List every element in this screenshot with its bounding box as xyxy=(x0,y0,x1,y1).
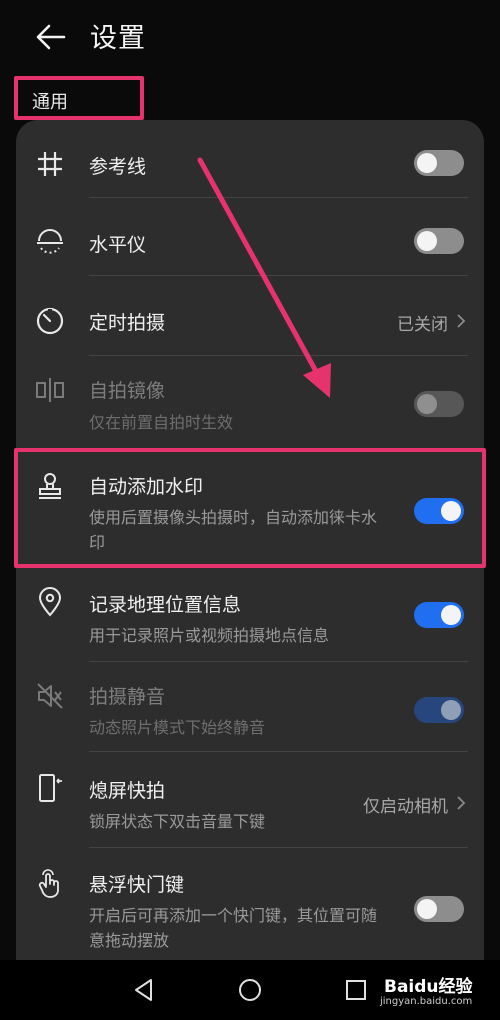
touch-hand-icon xyxy=(34,868,66,900)
floating-shutter-toggle[interactable] xyxy=(414,896,464,922)
nav-back-icon[interactable] xyxy=(130,976,158,1004)
mute-icon xyxy=(34,680,66,712)
watermark-url: jingyan.baidu.com xyxy=(380,996,473,1007)
divider xyxy=(89,751,468,752)
annotation-highlight-box xyxy=(14,448,486,568)
phone-quick-snap-icon xyxy=(34,772,66,804)
timer-icon xyxy=(34,304,66,336)
setting-subtitle: 仅在前置自拍时生效 xyxy=(89,413,234,432)
grid-toggle[interactable] xyxy=(414,150,464,176)
shutter-mute-toggle xyxy=(414,697,464,723)
setting-value: 仅启动相机 xyxy=(363,797,448,817)
section-header-general: 通用 xyxy=(14,76,144,120)
chevron-right-icon xyxy=(457,796,466,810)
setting-subtitle: 开启后可再添加一个快门键，其位置可随意拖动摆放 xyxy=(89,906,378,950)
nav-recents-icon[interactable] xyxy=(342,976,370,1004)
setting-label: 参考线 xyxy=(89,156,147,178)
setting-row-quick-snapshot[interactable]: 熄屏快拍 锁屏状态下双击音量下键 仅启动相机 xyxy=(16,764,484,848)
section-label: 通用 xyxy=(32,92,68,113)
setting-row-location[interactable]: 记录地理位置信息 用于记录照片或视频拍摄地点信息 xyxy=(16,578,484,662)
setting-value: 已关闭 xyxy=(397,315,448,335)
grid-icon xyxy=(34,148,66,180)
nav-home-icon[interactable] xyxy=(236,976,264,1004)
setting-row-selfie-mirror: 自拍镜像 仅在前置自拍时生效 xyxy=(16,362,484,446)
level-icon xyxy=(34,226,66,258)
chevron-right-icon xyxy=(457,314,466,328)
setting-row-floating-shutter[interactable]: 悬浮快门键 开启后可再添加一个快门键，其位置可随意拖动摆放 xyxy=(16,856,484,960)
setting-row-timer[interactable]: 定时拍摄 已关闭 xyxy=(16,286,484,356)
divider xyxy=(89,197,468,198)
selfie-mirror-toggle xyxy=(414,391,464,417)
setting-subtitle: 锁屏状态下双击音量下键 xyxy=(89,812,266,831)
setting-subtitle: 用于记录照片或视频拍摄地点信息 xyxy=(89,626,330,645)
setting-subtitle: 动态照片模式下始终静音 xyxy=(89,718,266,737)
setting-label: 记录地理位置信息 xyxy=(89,594,242,616)
divider xyxy=(89,355,468,356)
level-toggle[interactable] xyxy=(414,228,464,254)
divider xyxy=(89,847,468,848)
setting-label: 拍摄静音 xyxy=(89,686,166,708)
app-header: 设置 xyxy=(0,0,500,72)
setting-row-grid[interactable]: 参考线 xyxy=(16,130,484,198)
setting-label: 自拍镜像 xyxy=(89,380,166,402)
setting-label: 悬浮快门键 xyxy=(89,874,185,896)
page-title: 设置 xyxy=(90,23,146,54)
location-pin-icon xyxy=(34,586,66,618)
setting-label: 熄屏快拍 xyxy=(89,780,166,802)
mirror-icon xyxy=(34,374,66,406)
divider xyxy=(89,661,468,662)
back-arrow-icon[interactable] xyxy=(34,20,68,54)
divider xyxy=(89,275,468,276)
watermark-brand: Baidu经验 xyxy=(384,977,473,997)
location-toggle[interactable] xyxy=(414,602,464,628)
setting-row-shutter-mute: 拍摄静音 动态照片模式下始终静音 xyxy=(16,670,484,752)
setting-label: 水平仪 xyxy=(89,234,147,256)
setting-row-level[interactable]: 水平仪 xyxy=(16,208,484,276)
setting-label: 定时拍摄 xyxy=(89,312,166,334)
